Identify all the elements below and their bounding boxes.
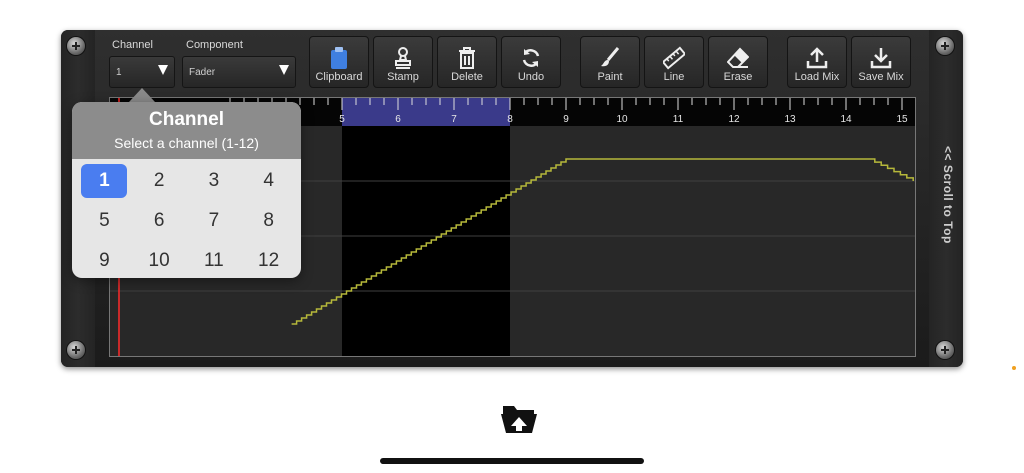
popover-subtitle: Select a channel (1-12) [114,135,259,151]
ruler-icon [663,46,685,70]
channel-label: Channel [112,39,153,51]
ruler-tick-label: 7 [451,114,457,125]
channel-option[interactable]: 1 [77,161,132,201]
ruler-tick-label: 11 [673,114,684,125]
channel-option-label: 12 [258,250,280,271]
channel-option-label: 6 [153,210,165,231]
channel-option[interactable]: 2 [132,161,187,201]
ruler-tick-label: 5 [339,114,345,125]
channel-popover: Channel Select a channel (1-12) 12345678… [72,102,301,278]
channel-option-label: 10 [148,250,170,271]
channel-option-label: 7 [208,210,220,231]
channel-option-label: 3 [208,170,220,191]
screw-icon [67,37,85,55]
load-mix-button[interactable]: Load Mix [787,36,847,88]
channel-option-label: 8 [263,210,274,231]
channel-option-label: 11 [204,250,224,271]
clipboard-button[interactable]: Clipboard [309,36,369,88]
undo-button[interactable]: Undo [501,36,561,88]
ruler-tick-label: 13 [784,114,796,125]
paint-label: Paint [597,71,623,83]
channel-option[interactable]: 12 [241,241,296,278]
channel-option[interactable]: 11 [187,241,242,278]
channel-select-value: 1 [116,67,122,78]
channel-select[interactable]: 1 [109,56,175,88]
channel-option[interactable]: 3 [187,161,242,201]
clipboard-icon [331,47,347,69]
status-dot [1012,366,1016,370]
channel-option-label: 2 [153,170,165,191]
delete-label: Delete [451,71,483,83]
channel-option-label: 1 [81,164,128,198]
save-mix-button[interactable]: Save Mix [851,36,911,88]
clipboard-label: Clipboard [315,71,363,83]
line-button[interactable]: Line [644,36,704,88]
delete-button[interactable]: Delete [437,36,497,88]
screw-icon [936,341,954,359]
channel-option[interactable]: 5 [77,201,132,241]
screw-icon [67,341,85,359]
ruler-tick-label: 6 [395,114,401,125]
channel-option[interactable]: 9 [77,241,132,278]
chevron-down-icon [158,65,168,75]
ruler-tick-label: 15 [896,114,908,125]
popover-title: Channel [149,109,224,130]
upload-icon [806,47,828,69]
load-mix-label: Load Mix [794,71,840,83]
paintbrush-icon [601,47,620,67]
chevron-down-icon [279,65,289,75]
erase-button[interactable]: Erase [708,36,768,88]
screw-icon [936,37,954,55]
channel-option[interactable]: 4 [241,161,296,201]
ruler-tick-label: 8 [507,114,513,125]
channel-option[interactable]: 8 [241,201,296,241]
channel-grid: 1 2 3 4 5 6 7 8 9 10 11 12 [77,161,296,278]
download-icon [870,48,892,69]
stamp-label: Stamp [387,71,419,83]
home-indicator[interactable] [380,458,644,464]
stamp-button[interactable]: Stamp [373,36,433,88]
undo-icon [522,49,540,67]
stamp-icon [395,47,411,69]
ruler-tick-label: 9 [563,114,569,125]
ruler-tick-label: 10 [616,114,628,125]
paint-button[interactable]: Paint [580,36,640,88]
erase-label: Erase [723,71,753,83]
undo-label: Undo [517,71,545,83]
channel-option[interactable]: 7 [187,201,242,241]
channel-option-label: 5 [99,210,110,231]
trash-icon [459,47,475,69]
ruler-tick-label: 12 [728,114,740,125]
channel-option[interactable]: 10 [132,241,187,278]
line-label: Line [663,71,685,83]
channel-option-label: 4 [263,170,274,191]
popover-header: Channel Select a channel (1-12) [72,102,301,159]
folder-icon[interactable] [500,402,538,439]
component-select[interactable]: Fader [182,56,296,88]
save-mix-label: Save Mix [858,71,904,83]
channel-option-label: 9 [99,250,110,271]
component-label: Component [186,39,243,51]
eraser-icon [727,47,749,68]
ruler-tick-label: 14 [840,114,852,125]
selection-region [342,126,510,356]
component-select-value: Fader [189,67,216,78]
channel-option[interactable]: 6 [132,201,187,241]
popup-pointer [129,88,155,102]
scroll-to-top-button[interactable]: << Scroll to Top [933,125,955,265]
